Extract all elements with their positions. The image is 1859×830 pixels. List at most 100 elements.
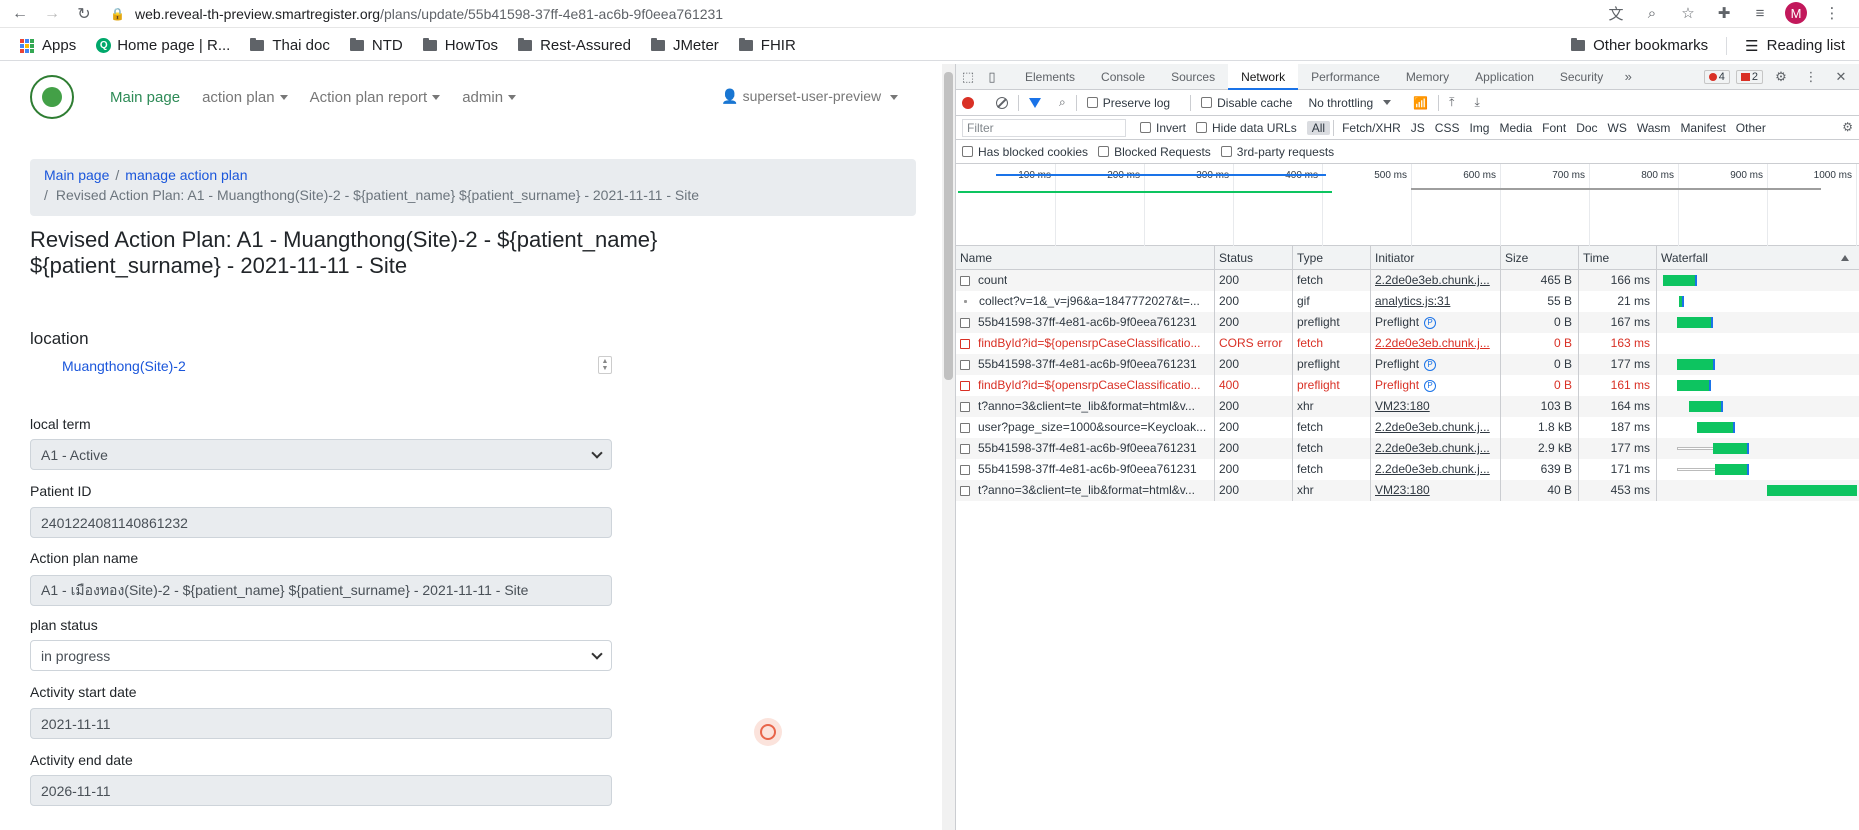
bookmark-apps[interactable]: Apps [20, 37, 76, 54]
request-waterfall[interactable] [1657, 312, 1857, 333]
other-bookmarks[interactable]: Other bookmarks [1571, 37, 1708, 54]
media-icon[interactable]: ≡ [1749, 2, 1771, 24]
disable-cache-checkbox[interactable]: Disable cache [1201, 96, 1292, 110]
request-initiator[interactable]: 2.2de0e3eb.chunk.j... [1371, 438, 1501, 459]
zoom-icon[interactable]: ⌕ [1641, 2, 1663, 24]
request-initiator[interactable]: 2.2de0e3eb.chunk.j... [1371, 270, 1501, 291]
type-filter-doc[interactable]: Doc [1571, 121, 1602, 135]
hide-data-urls-checkbox[interactable]: Hide data URLs [1196, 121, 1297, 135]
table-row[interactable]: 55b41598-37ff-4e81-ac6b-9f0eea761231 200 p… [956, 312, 1859, 333]
scrollbar-thumb[interactable] [944, 72, 953, 380]
type-filter-all[interactable]: All [1306, 120, 1331, 135]
throttling-select[interactable]: No throttling [1308, 96, 1392, 110]
table-row[interactable]: collect?v=1&_v=j96&a=1847772027&t=... 200… [956, 291, 1859, 312]
address-bar[interactable]: 🔒 web.reveal-th-preview.smartregister.or… [110, 6, 723, 22]
column-time[interactable]: Time [1579, 246, 1657, 270]
type-filter-other[interactable]: Other [1731, 121, 1771, 135]
table-row[interactable]: user?page_size=1000&source=Keycloak... 20… [956, 417, 1859, 438]
column-type[interactable]: Type [1293, 246, 1371, 270]
request-initiator[interactable]: analytics.js:31 [1371, 291, 1501, 312]
request-name[interactable]: 55b41598-37ff-4e81-ac6b-9f0eea761231 [956, 438, 1215, 459]
tab-application[interactable]: Application [1462, 64, 1547, 90]
record-icon[interactable] [962, 96, 974, 109]
bookmark-folder-jmeter[interactable]: JMeter [650, 37, 719, 54]
tab-elements[interactable]: Elements [1012, 64, 1088, 90]
type-filter-manifest[interactable]: Manifest [1675, 121, 1730, 135]
profile-avatar[interactable]: M [1785, 2, 1807, 24]
request-name[interactable]: user?page_size=1000&source=Keycloak... [956, 417, 1215, 438]
type-filter-fetch-xhr[interactable]: Fetch/XHR [1337, 121, 1406, 135]
tab-network[interactable]: Network [1228, 63, 1299, 90]
nav-admin-dropdown[interactable]: admin [462, 89, 516, 106]
request-name[interactable]: findById?id=${opensrpCaseClassificatio..… [956, 375, 1215, 396]
bookmark-folder-thai-doc[interactable]: Thai doc [250, 37, 330, 54]
patient-id-field[interactable]: 2401224081140861232 [30, 507, 612, 538]
preflight-info-icon[interactable]: P [1424, 316, 1437, 329]
end-date-field[interactable]: 2026-11-11 [30, 775, 612, 806]
type-filter-ws[interactable]: WS [1603, 121, 1632, 135]
start-date-field[interactable]: 2021-11-11 [30, 708, 612, 739]
star-icon[interactable]: ☆ [1677, 2, 1699, 24]
filter-icon[interactable] [1029, 97, 1041, 108]
request-waterfall[interactable] [1657, 459, 1857, 480]
request-name[interactable]: 55b41598-37ff-4e81-ac6b-9f0eea761231 [956, 459, 1215, 480]
tab-security[interactable]: Security [1547, 64, 1616, 90]
tab-console[interactable]: Console [1088, 64, 1158, 90]
more-tabs-icon[interactable]: » [1616, 65, 1640, 89]
extensions-icon[interactable]: ✚ [1713, 2, 1735, 24]
request-waterfall[interactable] [1657, 270, 1857, 291]
request-initiator[interactable]: 2.2de0e3eb.chunk.j... [1371, 459, 1501, 480]
request-initiator[interactable]: VM23:180 [1371, 480, 1501, 501]
location-stepper[interactable]: ▲ ▼ [598, 356, 612, 374]
breadcrumb-manage-action-plan[interactable]: manage action plan [125, 167, 247, 183]
tab-memory[interactable]: Memory [1393, 64, 1462, 90]
bookmark-home-page[interactable]: Q Home page | R... [96, 37, 230, 54]
type-filter-wasm[interactable]: Wasm [1632, 121, 1676, 135]
request-name[interactable]: count [956, 270, 1215, 291]
close-icon[interactable]: ✕ [1829, 65, 1853, 89]
request-initiator[interactable]: Preflight P [1371, 312, 1501, 333]
ministry-logo[interactable] [30, 75, 74, 119]
translate-icon[interactable]: 文 [1605, 2, 1627, 24]
request-waterfall[interactable] [1657, 375, 1857, 396]
back-icon[interactable]: ← [8, 2, 32, 26]
plan-status-select[interactable]: in progress [30, 640, 612, 671]
export-har-icon[interactable]: ⤓ [1474, 95, 1479, 110]
user-menu[interactable]: 👤 superset-user-preview [721, 88, 898, 105]
type-filter-font[interactable]: Font [1537, 121, 1571, 135]
filter-input[interactable]: Filter [962, 118, 1126, 137]
network-settings-gear-icon[interactable]: ⚙ [1842, 120, 1853, 134]
request-waterfall[interactable] [1657, 354, 1857, 375]
preserve-log-checkbox[interactable]: Preserve log [1086, 96, 1170, 110]
request-initiator[interactable]: Preflight P [1371, 375, 1501, 396]
request-initiator[interactable]: 2.2de0e3eb.chunk.j... [1371, 333, 1501, 354]
table-row[interactable]: 55b41598-37ff-4e81-ac6b-9f0eea761231 200 f… [956, 438, 1859, 459]
kebab-menu-icon[interactable]: ⋮ [1799, 65, 1823, 89]
location-value[interactable]: Muangthong(Site)-2 [62, 358, 186, 374]
menu-icon[interactable]: ⋮ [1821, 2, 1843, 24]
request-waterfall[interactable] [1657, 438, 1857, 459]
type-filter-media[interactable]: Media [1494, 121, 1537, 135]
type-filter-img[interactable]: Img [1464, 121, 1494, 135]
local-term-select[interactable]: A1 - Active [30, 439, 612, 470]
column-waterfall[interactable]: Waterfall [1657, 246, 1857, 270]
has-blocked-cookies-checkbox[interactable]: Has blocked cookies [962, 145, 1088, 159]
plan-name-field[interactable]: A1 - เมืองทอง(Site)-2 - ${patient_name} … [30, 575, 612, 606]
request-waterfall[interactable] [1657, 333, 1857, 354]
error-count-badge[interactable]: 4 [1703, 70, 1730, 84]
request-name[interactable]: t?anno=3&client=te_lib&format=html&v... [956, 396, 1215, 417]
request-name[interactable]: findById?id=${opensrpCaseClassificatio..… [956, 333, 1215, 354]
third-party-requests-checkbox[interactable]: 3rd-party requests [1220, 145, 1334, 159]
column-status[interactable]: Status [1215, 246, 1293, 270]
request-initiator[interactable]: Preflight P [1371, 354, 1501, 375]
nav-main-page[interactable]: Main page [110, 89, 180, 106]
search-icon[interactable]: ⌕ [1059, 95, 1066, 110]
blocked-requests-checkbox[interactable]: Blocked Requests [1098, 145, 1211, 159]
inspect-element-icon[interactable]: ⬚ [956, 65, 980, 89]
column-initiator[interactable]: Initiator [1371, 246, 1501, 270]
network-conditions-icon[interactable]: 📶 [1413, 96, 1428, 110]
bookmark-folder-howtos[interactable]: HowTos [422, 37, 498, 54]
page-scrollbar[interactable] [942, 64, 955, 830]
table-row[interactable]: t?anno=3&client=te_lib&format=html&v... 2… [956, 480, 1859, 501]
import-har-icon[interactable]: ⤒ [1449, 95, 1454, 110]
